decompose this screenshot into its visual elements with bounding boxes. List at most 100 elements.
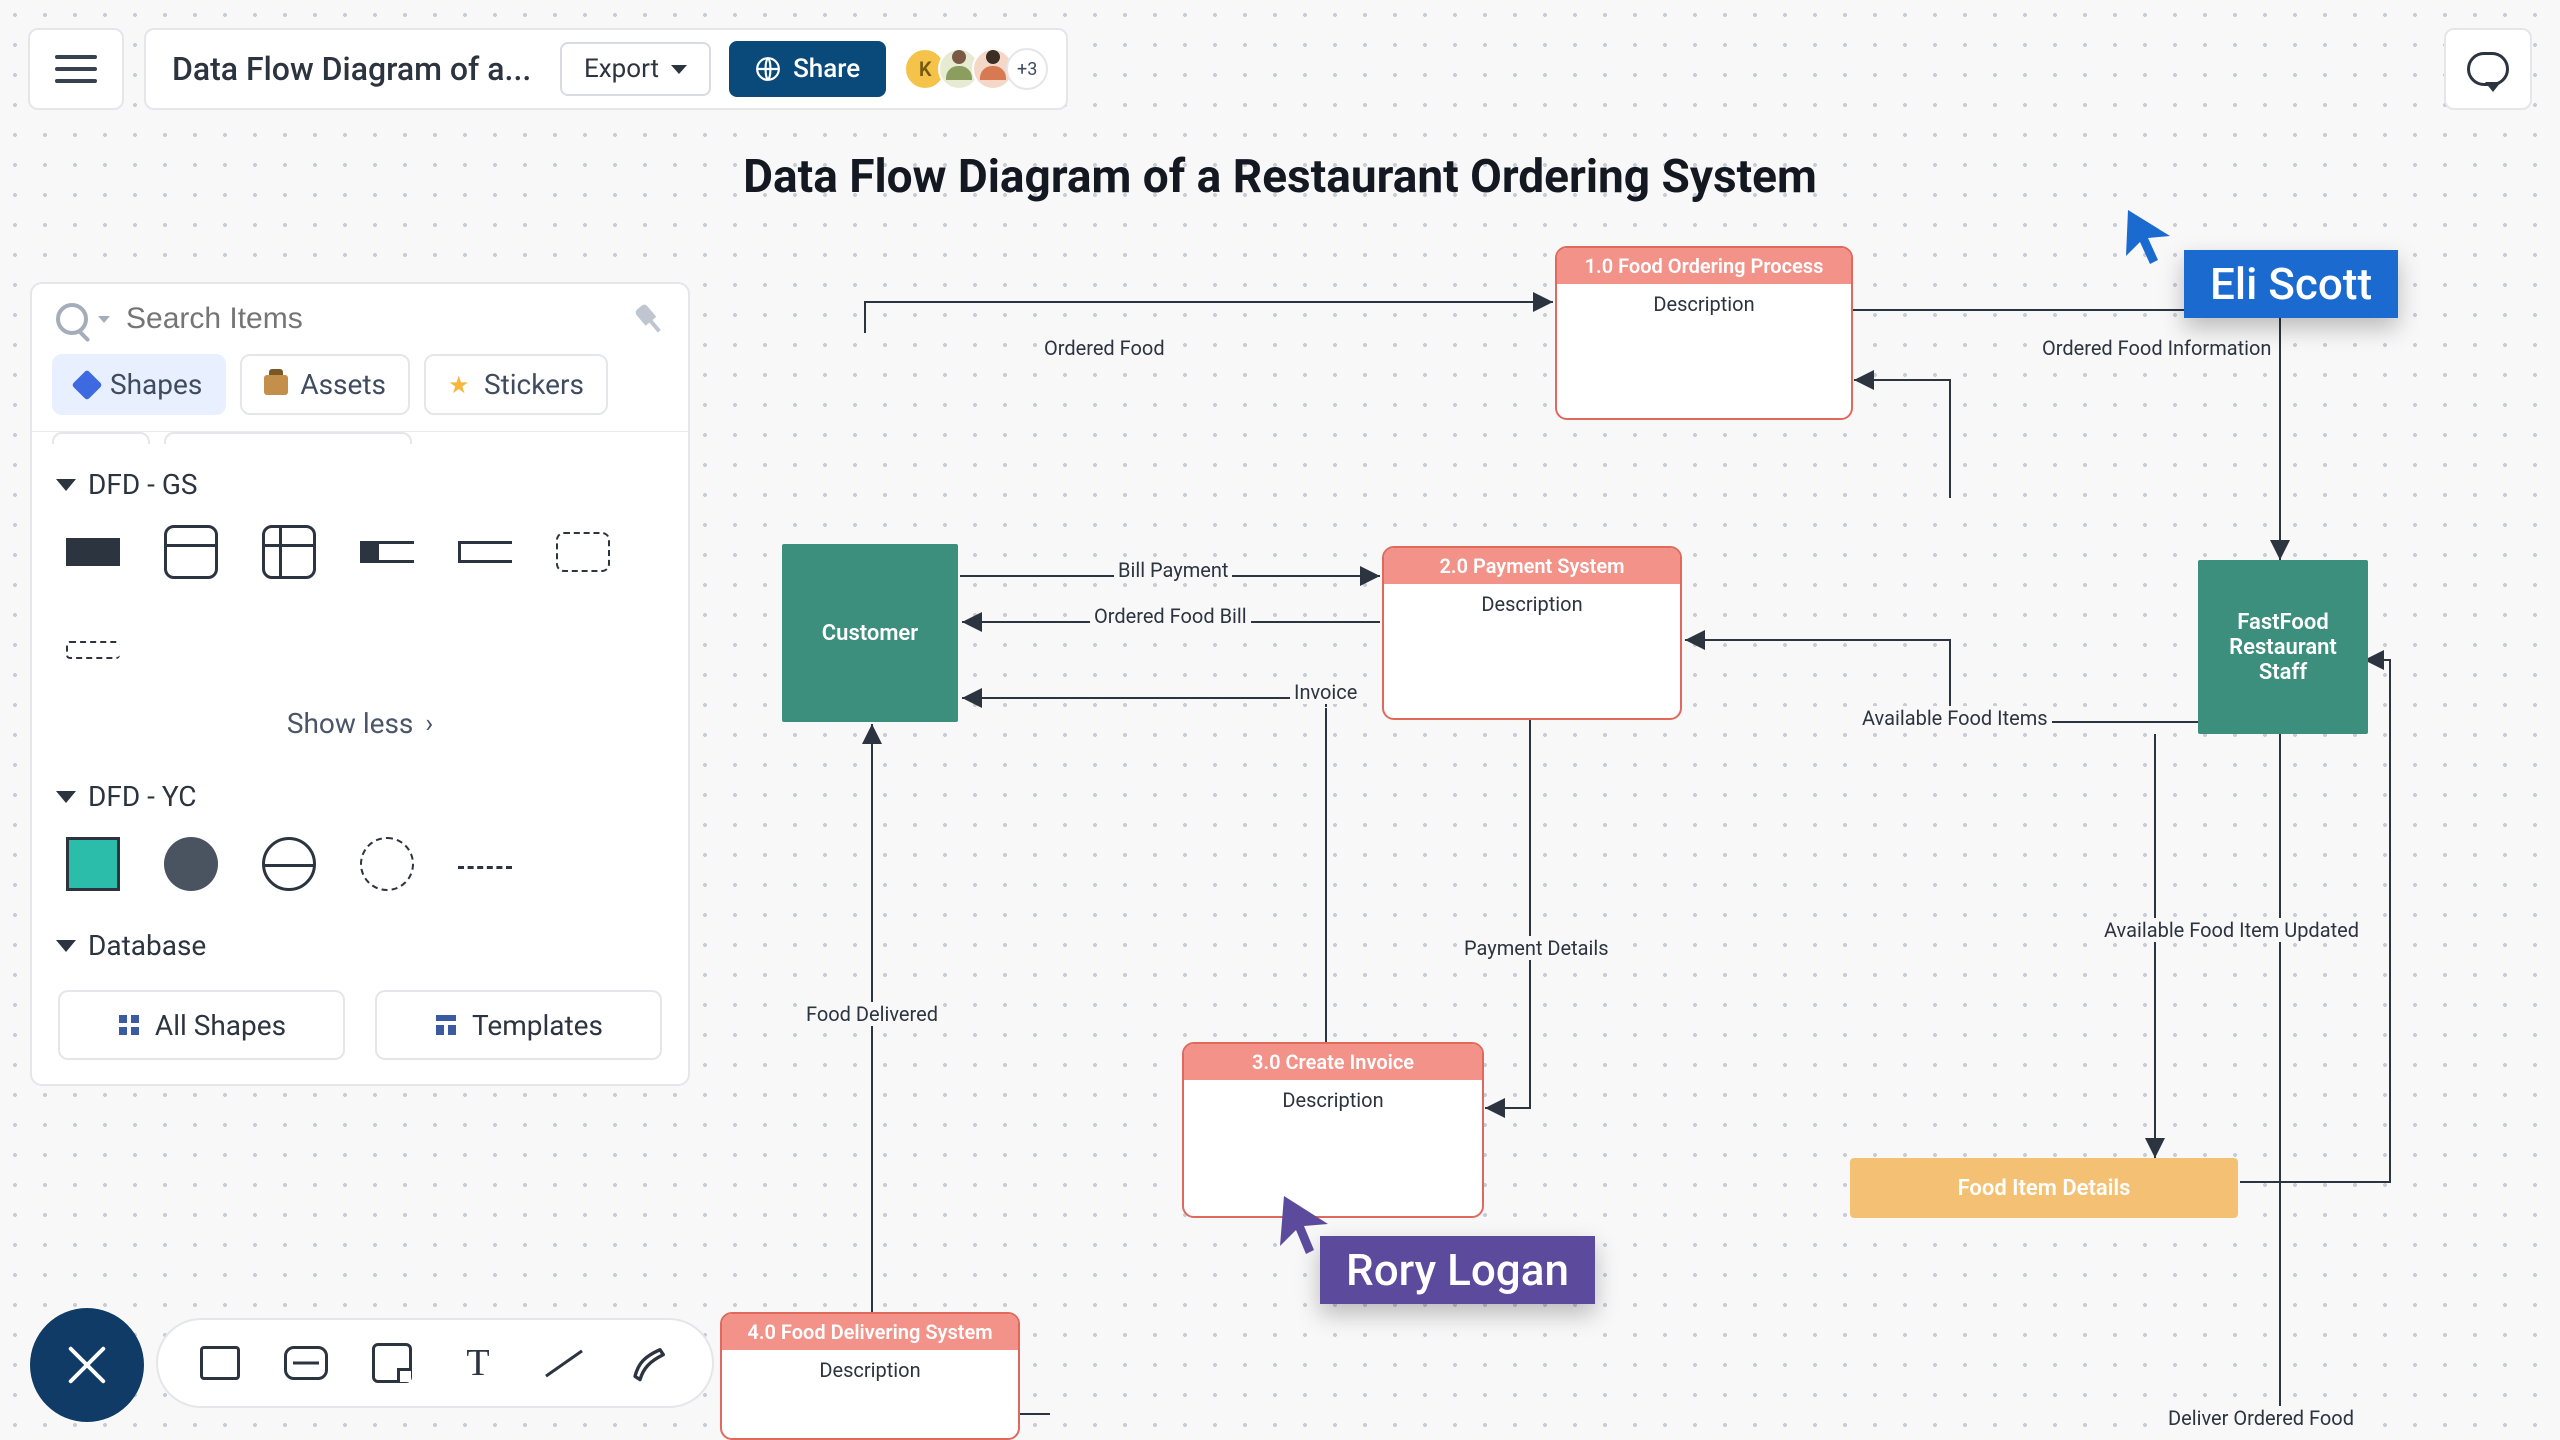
- category-database[interactable]: Database: [32, 905, 688, 972]
- chevron-right-icon: ›: [425, 709, 433, 739]
- all-shapes-button[interactable]: All Shapes: [58, 990, 345, 1060]
- tab-label: Assets: [300, 368, 386, 401]
- search-scope-button[interactable]: [56, 303, 110, 335]
- shape-dashed-circle[interactable]: [360, 837, 414, 891]
- template-icon: [434, 1013, 458, 1037]
- caret-down-icon: [56, 479, 76, 491]
- templates-button[interactable]: Templates: [375, 990, 662, 1060]
- shape-grid-yc: [32, 823, 688, 905]
- process-3-create-invoice[interactable]: 3.0 Create Invoice Description: [1182, 1042, 1484, 1218]
- briefcase-icon: [264, 375, 288, 395]
- hamburger-icon: [55, 55, 97, 83]
- category-label: DFD - GS: [88, 468, 198, 501]
- diagram-title[interactable]: Data Flow Diagram of a Restaurant Orderi…: [743, 150, 1817, 204]
- caret-down-icon: [98, 316, 110, 323]
- shapes-panel: Shapes Assets ★ Stickers DFD - GS Show l…: [30, 282, 690, 1086]
- sticky-note-tool[interactable]: [370, 1341, 414, 1385]
- diamond-icon: [71, 369, 102, 400]
- process-header: 2.0 Payment System: [1384, 548, 1680, 584]
- export-label: Export: [584, 54, 659, 84]
- star-icon: ★: [448, 373, 472, 397]
- search-icon: [56, 303, 88, 335]
- rectangle-tool[interactable]: [198, 1341, 242, 1385]
- caret-down-icon: [56, 791, 76, 803]
- edge-label: Ordered Food Bill: [1090, 604, 1251, 628]
- card-tool[interactable]: [284, 1341, 328, 1385]
- process-description: Description: [1557, 284, 1851, 324]
- close-icon: [65, 1343, 109, 1387]
- collaborator-cursor-rory: Rory Logan: [1278, 1206, 1595, 1304]
- edge-label: Ordered Food: [1040, 336, 1169, 360]
- pen-tool[interactable]: [628, 1341, 672, 1385]
- collaborator-name: Rory Logan: [1320, 1236, 1595, 1304]
- category-dfd-yc[interactable]: DFD - YC: [32, 756, 688, 823]
- pin-icon[interactable]: [628, 298, 670, 340]
- tab-label: Shapes: [110, 368, 202, 401]
- process-header: 1.0 Food Ordering Process: [1557, 248, 1851, 284]
- tab-stickers[interactable]: ★ Stickers: [424, 354, 608, 415]
- cursor-icon: [1278, 1194, 1342, 1258]
- show-less-button[interactable]: Show less ›: [32, 691, 688, 756]
- edge-label: Ordered Food Information: [2038, 336, 2275, 360]
- export-button[interactable]: Export: [560, 42, 711, 96]
- search-input[interactable]: [126, 302, 618, 336]
- shape-split-rect-h[interactable]: [164, 525, 218, 579]
- shape-teal-square[interactable]: [66, 837, 120, 891]
- edge-label: Available Food Items: [1858, 706, 2052, 730]
- line-tool[interactable]: [542, 1341, 586, 1385]
- edge-label: Deliver Ordered Food: [2164, 1406, 2358, 1430]
- process-header: 3.0 Create Invoice: [1184, 1044, 1482, 1080]
- process-description: Description: [1184, 1080, 1482, 1120]
- cursor-icon: [2124, 208, 2184, 268]
- category-label: Database: [88, 929, 206, 962]
- shape-split-rect-hv[interactable]: [262, 525, 316, 579]
- all-shapes-label: All Shapes: [155, 1009, 286, 1042]
- bottom-toolstrip: T: [156, 1318, 714, 1408]
- grid-icon: [117, 1013, 141, 1037]
- text-tool[interactable]: T: [456, 1341, 500, 1385]
- datastore-food-item-details[interactable]: Food Item Details: [1850, 1158, 2238, 1218]
- collaborator-name: Eli Scott: [2184, 250, 2398, 318]
- share-button[interactable]: Share: [729, 41, 886, 97]
- edge-label: Food Delivered: [802, 1002, 942, 1026]
- shape-grid-gs: [32, 511, 688, 691]
- globe-icon: [755, 56, 781, 82]
- edge-label: Available Food Item Updated: [2100, 918, 2363, 942]
- chat-icon: [2467, 52, 2509, 86]
- avatar-overflow-count[interactable]: +3: [1006, 48, 1048, 90]
- edge-label: Payment Details: [1460, 936, 1613, 960]
- entity-staff[interactable]: FastFood Restaurant Staff: [2198, 560, 2368, 734]
- tab-shapes[interactable]: Shapes: [52, 354, 226, 415]
- tab-label: Stickers: [484, 368, 584, 401]
- shape-dashed-line[interactable]: [458, 837, 512, 891]
- shape-split-circle[interactable]: [262, 837, 316, 891]
- show-less-label: Show less: [287, 707, 414, 740]
- collaborator-avatars[interactable]: K +3: [904, 48, 1048, 90]
- edge-label: Invoice: [1290, 680, 1361, 704]
- process-1-food-ordering[interactable]: 1.0 Food Ordering Process Description: [1555, 246, 1853, 420]
- tab-assets[interactable]: Assets: [240, 354, 410, 415]
- process-4-food-delivering[interactable]: 4.0 Food Delivering System Description: [720, 1312, 1020, 1440]
- process-2-payment-system[interactable]: 2.0 Payment System Description: [1382, 546, 1682, 720]
- shape-dashed-rect[interactable]: [556, 525, 610, 579]
- close-fab-button[interactable]: [30, 1308, 144, 1422]
- shape-open-rect-fill[interactable]: [360, 525, 414, 579]
- caret-down-icon: [56, 940, 76, 952]
- edge-label: Bill Payment: [1114, 558, 1232, 582]
- process-header: 4.0 Food Delivering System: [722, 1314, 1018, 1350]
- caret-down-icon: [671, 65, 687, 74]
- overflow-tabs: [32, 432, 688, 444]
- shape-open-rect[interactable]: [458, 525, 512, 579]
- main-menu-button[interactable]: [28, 28, 124, 110]
- shape-filled-rect[interactable]: [66, 525, 120, 579]
- pen-icon: [630, 1343, 670, 1383]
- shape-filled-circle[interactable]: [164, 837, 218, 891]
- comments-button[interactable]: [2444, 28, 2532, 110]
- entity-customer[interactable]: Customer: [782, 544, 958, 722]
- document-title[interactable]: Data Flow Diagram of a...: [172, 50, 542, 88]
- templates-label: Templates: [472, 1009, 603, 1042]
- process-description: Description: [722, 1350, 1018, 1390]
- category-dfd-gs[interactable]: DFD - GS: [32, 444, 688, 511]
- category-label: DFD - YC: [88, 780, 197, 813]
- shape-dashed-bar[interactable]: [66, 623, 120, 677]
